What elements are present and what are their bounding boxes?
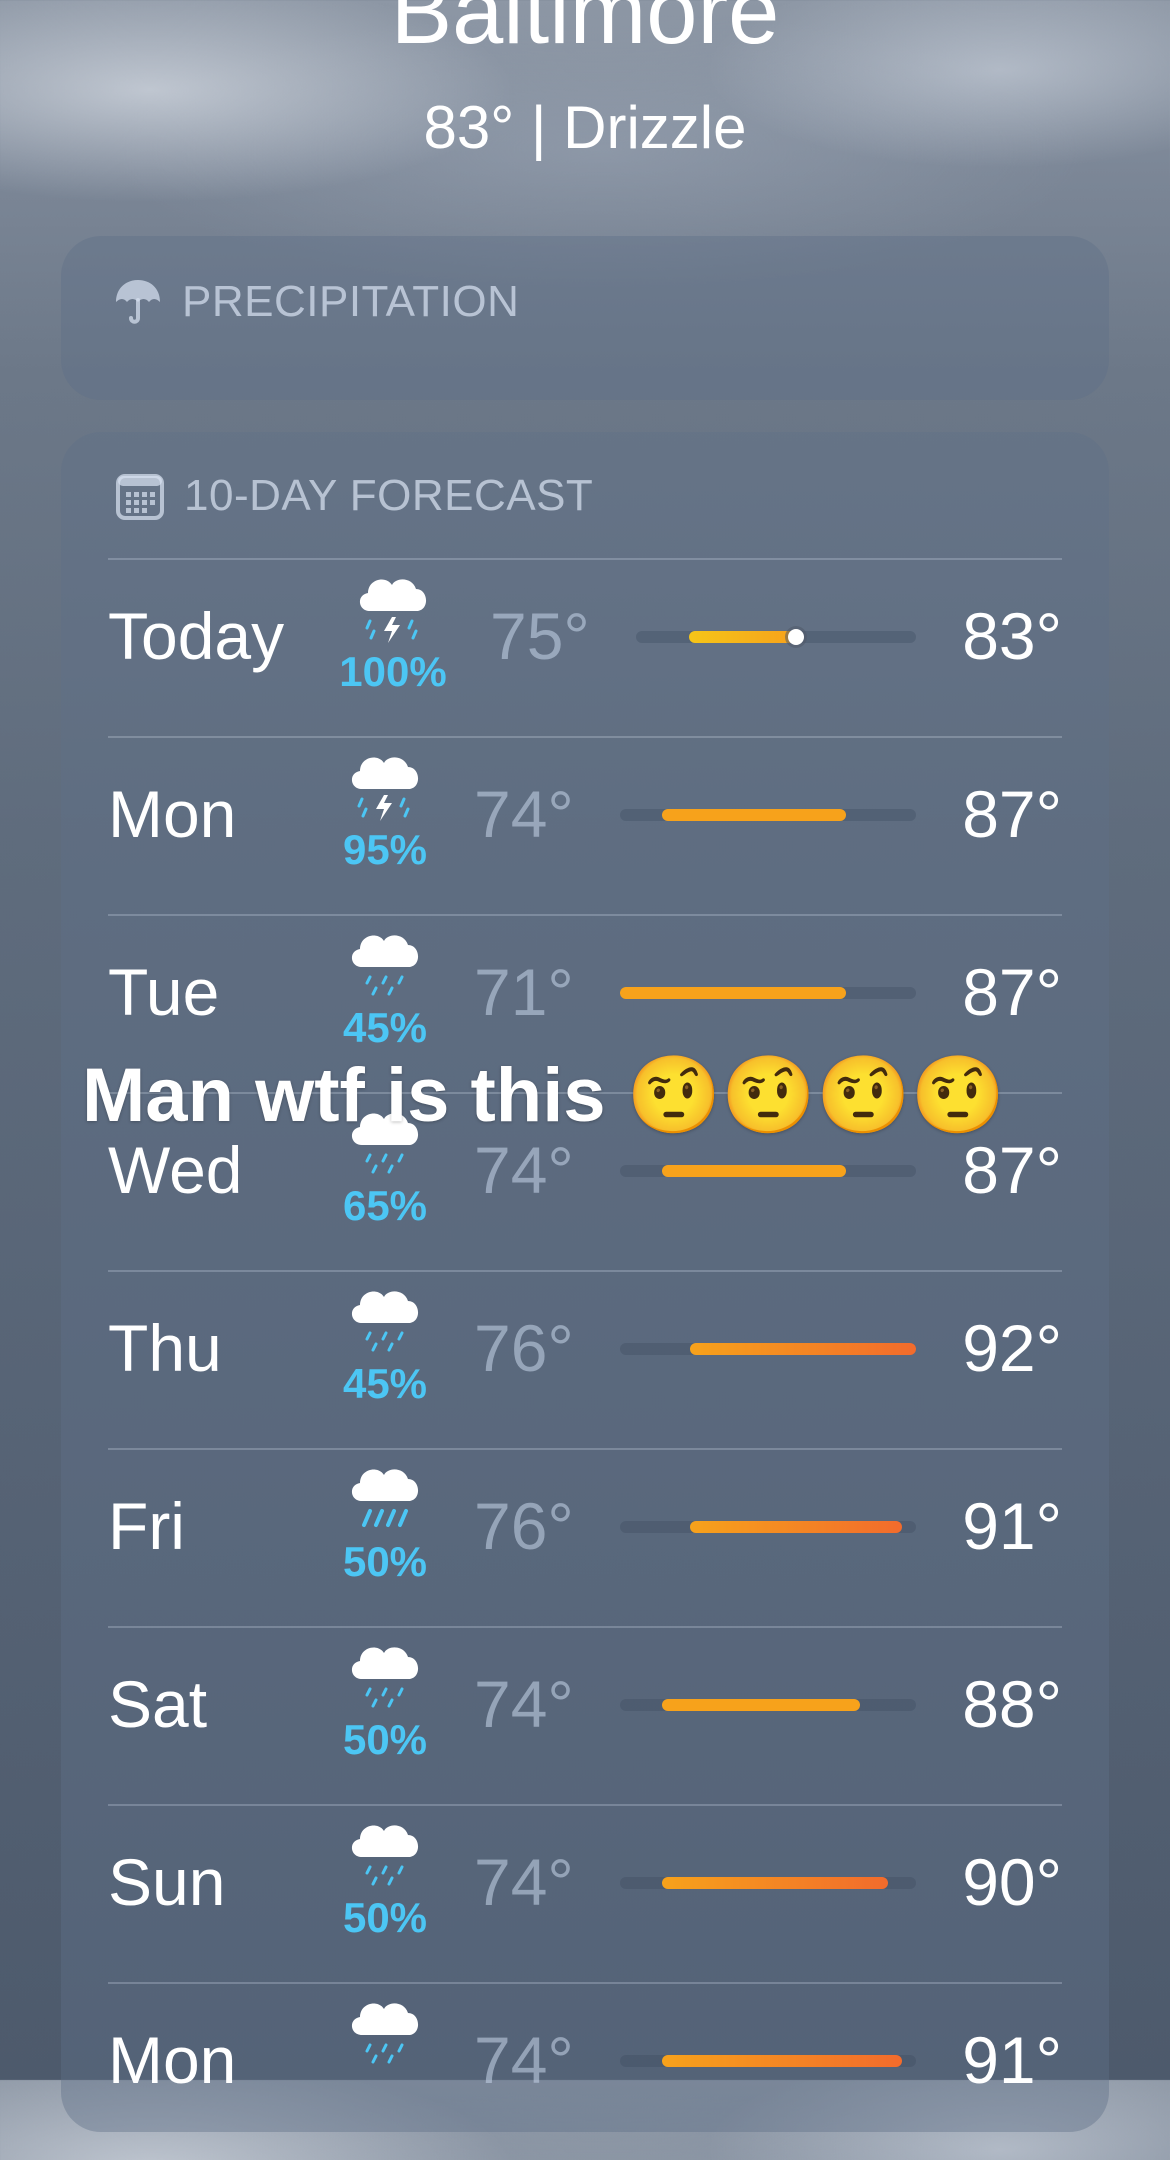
temp-range-fill xyxy=(690,1521,902,1533)
high-temp: 91° xyxy=(962,1489,1062,1563)
low-temp: 74° xyxy=(474,1667,574,1741)
temp-range-fill xyxy=(662,1699,860,1711)
high-temp: 90° xyxy=(962,1845,1062,1919)
temp-range-bar xyxy=(620,2055,916,2067)
high-temp: 92° xyxy=(962,1311,1062,1385)
forecast-row[interactable] xyxy=(108,1272,1062,1448)
high-temp: 88° xyxy=(962,1667,1062,1741)
low-temp: 76° xyxy=(474,1489,574,1563)
temp-range-bar xyxy=(636,629,916,645)
cloud-rain-icon xyxy=(340,921,430,1006)
low-temp: 74° xyxy=(474,1845,574,1919)
precip-chance: 50% xyxy=(342,1716,428,1763)
precip-chance: 50% xyxy=(342,1894,428,1941)
forecast-day-label: Wed xyxy=(108,1133,243,1207)
temp-range-fill xyxy=(620,987,846,999)
precip-chance: 45% xyxy=(342,1360,428,1407)
temp-range-bar xyxy=(620,1343,916,1355)
forecast-row[interactable] xyxy=(108,1450,1062,1626)
overlay-caption: Man wtf is this 🤨🤨🤨🤨 xyxy=(82,1053,1006,1138)
temp-range-bar xyxy=(620,987,916,999)
city-name: Baltimore xyxy=(390,0,780,63)
low-temp: 76° xyxy=(474,1311,574,1385)
low-temp: 74° xyxy=(474,777,574,851)
forecast-day-label: Today xyxy=(108,599,285,673)
cloud-heavy-rain-icon xyxy=(340,1455,430,1540)
temp-range-fill xyxy=(662,2055,902,2067)
forecast-header: 10-DAY FORECAST xyxy=(114,468,593,524)
cloud-thunderstorm-icon xyxy=(348,565,438,650)
current-temp-marker xyxy=(788,629,804,645)
temp-range-fill xyxy=(662,1877,888,1889)
cloud-rain-icon xyxy=(340,1633,430,1718)
high-temp: 83° xyxy=(962,599,1062,673)
temp-range-fill xyxy=(662,809,846,821)
calendar-icon xyxy=(116,474,164,520)
forecast-row[interactable] xyxy=(108,738,1062,914)
cloud-rain-icon xyxy=(340,1811,430,1896)
current-conditions: 83° | Drizzle xyxy=(423,94,747,161)
low-temp: 75° xyxy=(490,599,590,673)
forecast-row[interactable] xyxy=(108,1806,1062,1982)
high-temp: 87° xyxy=(962,955,1062,1029)
high-temp: 87° xyxy=(962,777,1062,851)
temp-range-fill xyxy=(662,1165,846,1177)
precip-chance: 65% xyxy=(342,1182,428,1229)
forecast-title: 10-DAY FORECAST xyxy=(184,471,594,520)
precip-chance: 100% xyxy=(339,648,447,695)
temp-range-bar xyxy=(620,809,916,821)
cloud-thunderstorm-icon xyxy=(340,743,430,828)
low-temp: 74° xyxy=(474,1133,574,1207)
forecast-day-label: Mon xyxy=(108,777,237,851)
forecast-day-label: Tue xyxy=(108,955,220,1029)
forecast-day-label: Sun xyxy=(108,1845,226,1919)
forecast-day-label: Thu xyxy=(108,1311,222,1385)
high-temp: 91° xyxy=(962,2023,1062,2097)
temp-range-fill xyxy=(690,1343,916,1355)
temp-range-bar xyxy=(620,1521,916,1533)
low-temp: 74° xyxy=(474,2023,574,2097)
cloud-rain-icon xyxy=(340,1989,430,2074)
precip-chance: 95% xyxy=(342,826,428,873)
temp-range-bar xyxy=(620,1165,916,1177)
forecast-row[interactable] xyxy=(108,1984,1062,2160)
cloud-rain-icon xyxy=(340,1277,430,1362)
high-temp: 87° xyxy=(962,1133,1062,1207)
temp-range-bar xyxy=(620,1699,916,1711)
precip-chance: 50% xyxy=(342,1538,428,1585)
umbrella-icon xyxy=(116,280,160,324)
forecast-row[interactable] xyxy=(108,1628,1062,1804)
temp-range-bar xyxy=(620,1877,916,1889)
forecast-day-label: Fri xyxy=(108,1489,185,1563)
forecast-day-label: Sat xyxy=(108,1667,208,1741)
temp-range-fill xyxy=(689,631,796,643)
precipitation-header: PRECIPITATION xyxy=(112,274,519,330)
precipitation-title: PRECIPITATION xyxy=(182,277,520,326)
low-temp: 71° xyxy=(474,955,574,1029)
precip-chance: 45% xyxy=(342,1004,428,1051)
forecast-day-label: Mon xyxy=(108,2023,237,2097)
